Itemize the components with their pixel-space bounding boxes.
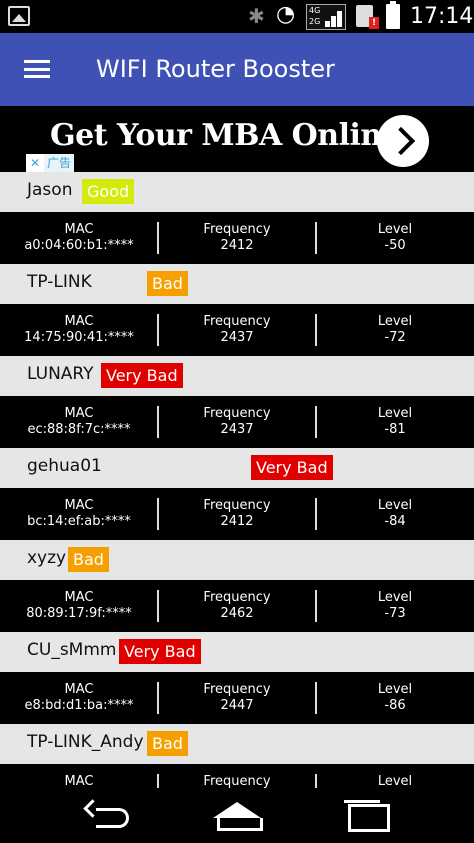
ad-label: 广告 [44,154,75,172]
gallery-notification-icon [8,6,30,26]
network-ssid: TP-LINK_Andy [27,732,144,752]
frequency-cell: Frequency 2447 [203,682,271,713]
frequency-cell: Frequency 2462 [203,590,271,621]
bluetooth-icon: ✱ [248,4,265,28]
network-type-2g: 2G [309,17,321,26]
network-info-row: MAC a0:04:60:b1:**** Frequency 2412 Level -… [0,212,474,264]
network-row[interactable]: TP-LINK_Andy Bad [0,724,474,764]
quality-badge: Very Bad [251,455,333,480]
network-ssid: LUNARY [27,364,94,384]
wifi-icon: ◔ [276,2,296,27]
mac-cell: MAC 14:75:90:41:**** [24,314,134,345]
level-cell: Level -73 [377,590,413,621]
level-cell: Level -50 [377,222,413,253]
ad-close-icon[interactable]: ✕ [26,154,44,172]
network-row[interactable]: TP-LINK Bad [0,264,474,304]
level-cell: Level -86 [377,682,413,713]
recent-apps-icon[interactable] [338,800,398,832]
quality-badge: Very Bad [101,363,183,388]
network-row[interactable]: CU_sMmm Very Bad [0,632,474,672]
quality-badge: Bad [68,547,109,572]
quality-badge: Bad [147,731,188,756]
network-info-row: MAC ec:88:8f:7c:**** Frequency 2437 Level -… [0,396,474,448]
network-info-row: MAC bc:14:ef:ab:**** Frequency 2412 Level -… [0,488,474,540]
level-cell: Level -81 [377,406,413,437]
mac-cell: MAC ec:88:8f:7c:**** [27,406,131,437]
frequency-cell: Frequency 2437 [203,314,271,345]
quality-badge: Good [82,179,135,204]
battery-icon [386,1,400,29]
network-info-row: MAC e8:bd:d1:ba:**** Frequency 2447 Level -… [0,672,474,724]
network-ssid: xyzy [27,548,67,568]
network-row[interactable]: gehua01 Very Bad [0,448,474,488]
cell-signal-icon: 4G 2G [306,4,346,30]
network-ssid: TP-LINK [27,272,92,292]
level-cell: Level -84 [377,498,413,529]
frequency-cell: Frequency 2412 [203,222,271,253]
mac-cell: MAC a0:04:60:b1:**** [24,222,134,253]
navigation-bar [0,788,474,843]
frequency-cell: Frequency 2437 [203,406,271,437]
hamburger-menu-icon[interactable] [24,60,50,78]
status-bar: ✱ ◔ 4G 2G 17:14 [0,0,474,33]
network-info-row: MAC 14:75:90:41:**** Frequency 2437 Level -… [0,304,474,356]
network-ssid: gehua01 [27,456,102,476]
network-row[interactable]: LUNARY Very Bad [0,356,474,396]
home-icon[interactable] [207,800,267,832]
mac-cell: MAC bc:14:ef:ab:**** [27,498,131,529]
frequency-cell: Frequency 2412 [203,498,271,529]
network-ssid: Jason [27,180,73,200]
ad-headline[interactable]: Get Your MBA Online [50,118,401,153]
back-icon[interactable] [78,800,138,832]
level-cell: Level -72 [377,314,413,345]
network-ssid: CU_sMmm [27,640,117,660]
network-info-row: MAC 80:89:17:9f:**** Frequency 2462 Level -… [0,580,474,632]
status-time: 17:14 [410,4,474,29]
quality-badge: Very Bad [119,639,201,664]
sim-alert-icon [356,5,379,29]
ad-choices[interactable]: ✕ 广告 [26,154,75,172]
network-row[interactable]: xyzy Bad [0,540,474,580]
quality-badge: Bad [147,271,188,296]
app-title: WIFI Router Booster [96,55,335,83]
ad-arrow-icon[interactable] [377,115,429,167]
mac-cell: MAC e8:bd:d1:ba:**** [24,682,134,713]
mac-cell: MAC 80:89:17:9f:**** [26,590,132,621]
network-list[interactable]: Jason Good MAC a0:04:60:b1:**** Frequency… [0,172,474,816]
app-bar: WIFI Router Booster [0,33,474,106]
network-row[interactable]: Jason Good [0,172,474,212]
